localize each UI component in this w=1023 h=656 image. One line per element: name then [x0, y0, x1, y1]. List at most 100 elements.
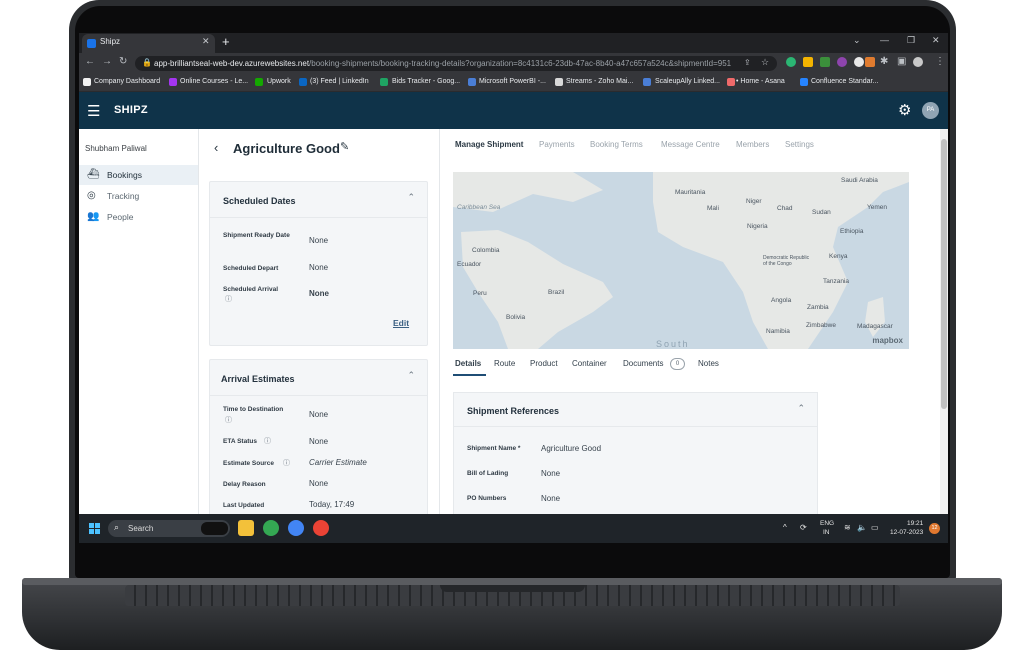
- chrome-profile-icon[interactable]: [313, 520, 329, 536]
- bookmark-icon: [555, 78, 563, 86]
- edit-pencil-icon[interactable]: ✎: [340, 140, 349, 153]
- clock-time[interactable]: 19:21: [907, 520, 923, 527]
- map-label: Caribbean Sea: [457, 204, 501, 211]
- clock-date[interactable]: 12-07-2023: [890, 529, 923, 536]
- browser-tab-strip: Shipz ✕ + ⌄ — ❐ ✕: [79, 33, 948, 53]
- map-label: Ecuador: [457, 261, 482, 268]
- language-indicator[interactable]: ENG: [820, 520, 834, 527]
- bookmark-item[interactable]: Online Courses - Le...: [180, 78, 248, 85]
- browser-menu-icon[interactable]: ⋮: [935, 56, 945, 67]
- bookmark-item[interactable]: Company Dashboard: [94, 78, 160, 85]
- sidebar-item-tracking[interactable]: ◎ Tracking: [79, 186, 198, 206]
- shipment-summary-column: ‹ Agriculture Good ✎ Scheduled Dates ⌃ S…: [199, 129, 440, 519]
- field-value: None: [309, 410, 329, 419]
- chevron-up-icon[interactable]: ⌃: [797, 403, 805, 414]
- chevron-up-icon[interactable]: ^: [783, 523, 787, 532]
- tab-close-icon[interactable]: ✕: [202, 36, 210, 47]
- tab-message-centre[interactable]: Message Centre: [661, 140, 720, 149]
- shipment-map[interactable]: Saudi Arabia Mauritania Mali Niger Chad …: [453, 172, 909, 349]
- tab-settings[interactable]: Settings: [785, 140, 814, 149]
- brand-logo: SHIPZ: [114, 104, 148, 116]
- chevron-up-icon[interactable]: ⌃: [407, 192, 415, 203]
- minimize-icon[interactable]: —: [880, 35, 889, 45]
- extensions-puzzle-icon[interactable]: ✱: [880, 56, 888, 67]
- windows-start-icon[interactable]: [89, 523, 101, 535]
- chrome-profile-icon[interactable]: [288, 520, 304, 536]
- sidebar-item-label: Tracking: [107, 191, 140, 201]
- extension-circle-icon[interactable]: [837, 57, 847, 67]
- panel-header[interactable]: Arrival Estimates ⌃: [210, 360, 427, 396]
- sidebar-item-people[interactable]: 👥 People: [79, 207, 198, 227]
- sync-icon[interactable]: ⟳: [800, 523, 807, 532]
- wifi-icon[interactable]: ≋: [844, 523, 851, 532]
- forward-icon[interactable]: →: [102, 56, 112, 67]
- subtab-details[interactable]: Details: [455, 359, 481, 368]
- subtab-route[interactable]: Route: [494, 359, 515, 368]
- extension-white-icon[interactable]: [854, 57, 864, 67]
- avatar[interactable]: PA: [922, 102, 939, 119]
- extension-pen-icon[interactable]: [865, 57, 875, 67]
- subtab-documents[interactable]: Documents: [623, 359, 663, 368]
- bookmark-icon: [169, 78, 177, 86]
- field-label: Shipment Name *: [467, 445, 521, 452]
- bookmark-icon: [255, 78, 263, 86]
- map-label: Saudi Arabia: [841, 177, 878, 184]
- panel-header[interactable]: Shipment References ⌃: [454, 393, 817, 427]
- browser-tab[interactable]: Shipz ✕: [82, 34, 215, 53]
- info-icon[interactable]: ⓘ: [283, 458, 290, 468]
- bookmark-item[interactable]: (3) Feed | LinkedIn: [310, 78, 369, 85]
- subtab-notes[interactable]: Notes: [698, 359, 719, 368]
- new-tab-button[interactable]: +: [222, 34, 230, 49]
- taskbar-search[interactable]: ⌕ Search: [108, 520, 230, 537]
- edit-link[interactable]: Edit: [393, 318, 409, 328]
- maximize-icon[interactable]: ❐: [907, 35, 915, 46]
- subtab-product[interactable]: Product: [530, 359, 558, 368]
- bookmark-star-icon[interactable]: ☆: [761, 57, 769, 68]
- profile-avatar-icon[interactable]: [913, 57, 923, 67]
- info-icon[interactable]: ⓘ: [225, 294, 232, 304]
- bookmark-item[interactable]: • Home - Asana: [736, 78, 785, 85]
- scrollbar-thumb[interactable]: [941, 139, 947, 409]
- panel-header[interactable]: Scheduled Dates ⌃: [210, 182, 427, 218]
- bookmark-icon: [800, 78, 808, 86]
- tab-payments[interactable]: Payments: [539, 140, 575, 149]
- hamburger-menu-icon[interactable]: ☰: [87, 102, 100, 120]
- info-icon[interactable]: ⓘ: [264, 436, 271, 446]
- gear-icon[interactable]: ⚙: [898, 101, 911, 119]
- bookmark-item[interactable]: Microsoft PowerBI -...: [479, 78, 546, 85]
- bookmark-item[interactable]: ScaleupAlly Linked...: [655, 78, 720, 85]
- tab-members[interactable]: Members: [736, 140, 769, 149]
- reload-icon[interactable]: ↻: [119, 56, 127, 67]
- side-panel-icon[interactable]: ▣: [897, 56, 906, 67]
- chrome-app-icon[interactable]: [263, 520, 279, 536]
- volume-icon[interactable]: 🔈: [857, 523, 867, 532]
- bookmark-item[interactable]: Upwork: [267, 78, 291, 85]
- back-chevron-icon[interactable]: ‹: [214, 140, 218, 155]
- subtab-container[interactable]: Container: [572, 359, 607, 368]
- tab-booking-terms[interactable]: Booking Terms: [590, 140, 643, 149]
- bookmark-item[interactable]: Confluence Standar...: [811, 78, 878, 85]
- battery-icon[interactable]: ▭: [871, 523, 879, 532]
- address-bar[interactable]: 🔒 app-brilliantseal-web-dev.azurewebsite…: [135, 56, 777, 71]
- bookmark-item[interactable]: Bids Tracker - Goog...: [392, 78, 460, 85]
- info-icon[interactable]: ⓘ: [225, 415, 232, 425]
- extension-wa-icon[interactable]: [820, 57, 830, 67]
- notification-badge[interactable]: 12: [929, 523, 940, 534]
- bookmark-item[interactable]: Streams - Zoho Mai...: [566, 78, 633, 85]
- share-icon[interactable]: ⇪: [744, 58, 751, 67]
- tab-manage-shipment[interactable]: Manage Shipment: [455, 140, 523, 149]
- sidebar-item-bookings[interactable]: ⛴ Bookings: [79, 165, 198, 185]
- file-explorer-icon[interactable]: [238, 520, 254, 536]
- mapbox-logo[interactable]: mapbox: [872, 336, 903, 345]
- extension-a-icon[interactable]: [803, 57, 813, 67]
- region-indicator[interactable]: IN: [823, 529, 830, 536]
- field-value: None: [309, 289, 329, 298]
- back-icon[interactable]: ←: [85, 56, 95, 67]
- window-close-icon[interactable]: ✕: [932, 35, 940, 46]
- extension-grammarly-icon[interactable]: [786, 57, 796, 67]
- url-text[interactable]: app-brilliantseal-web-dev.azurewebsites.…: [154, 59, 731, 68]
- screen: Shipz ✕ + ⌄ — ❐ ✕ ← → ↻ 🔒 app-brilliants…: [79, 33, 948, 543]
- tab-search-icon[interactable]: ⌄: [853, 35, 861, 46]
- sidebar: Shubham Paliwal ⛴ Bookings ◎ Tracking 👥 …: [79, 129, 199, 514]
- chevron-up-icon[interactable]: ⌃: [407, 370, 415, 381]
